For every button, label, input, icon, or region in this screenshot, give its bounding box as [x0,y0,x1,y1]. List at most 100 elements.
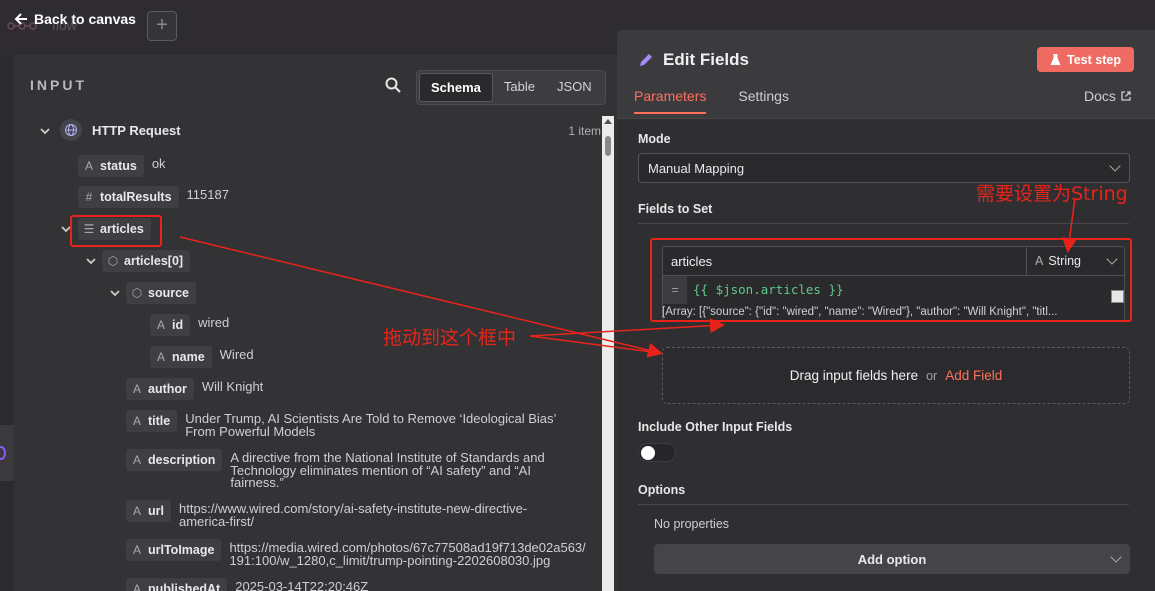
toggle-knob [641,446,655,460]
annotation-type-hint: 需要设置为String [976,183,1128,205]
string-type-icon: A [132,414,141,428]
edit-fields-panel: Edit Fields Test step Parameters Setting… [617,30,1155,591]
field-row-description[interactable]: Adescription A directive from the Nation… [126,449,566,490]
include-other-label: Include Other Input Fields [638,420,793,434]
test-step-button[interactable]: Test step [1037,47,1134,72]
field-value: 115187 [186,187,229,202]
docs-label: Docs [1084,88,1116,104]
scroll-thumb[interactable] [605,136,611,156]
chevron-down-icon[interactable] [38,124,52,138]
arrow-left-icon [14,13,27,25]
field-row-articles[interactable]: ☰ articles [78,218,151,240]
string-type-icon: A [132,382,141,396]
flask-icon [1050,53,1061,65]
list-type-icon: ☰ [83,222,95,236]
panel-title-text: Edit Fields [663,50,749,69]
include-other-toggle[interactable] [638,443,676,462]
field-row-url[interactable]: Aurl https://www.wired.com/story/ai-safe… [126,500,586,528]
chevron-down-icon[interactable] [108,286,122,300]
field-row-status[interactable]: Astatus ok [78,155,166,177]
field-row-title[interactable]: Atitle Under Trump, AI Scientists Are To… [126,410,566,438]
search-icon[interactable] [384,76,402,94]
field-key: title [148,414,171,428]
chevron-down-icon[interactable] [59,222,73,236]
field-value: ok [151,156,166,171]
item-count: 1 item [568,124,601,138]
field-key: url [148,504,164,518]
chevron-down-icon [1106,253,1118,265]
divider [638,504,1129,505]
tab-schema[interactable]: Schema [419,73,493,102]
add-option-label: Add option [857,551,927,567]
mode-label: Mode [638,132,671,146]
field-row-author[interactable]: Aauthor Will Knight [126,378,263,400]
string-type-icon: A [84,159,93,173]
add-field-link[interactable]: Add Field [945,368,1002,383]
string-type-icon: A [156,350,165,364]
field-type-value: String [1048,254,1081,268]
field-value: Under Trump, AI Scientists Are Told to R… [185,411,556,439]
field-key: name [172,350,205,364]
panel-tabs: Parameters Settings [634,88,789,114]
drop-text: Drag input fields here [789,368,919,383]
string-type-icon: A [132,504,141,518]
field-row-urltoimage[interactable]: AurlToImage https://media.wired.com/phot… [126,539,596,567]
node-row-http-request[interactable]: HTTP Request [60,119,181,141]
field-row-totalresults[interactable]: # totalResults 115187 [78,186,229,208]
field-row-id[interactable]: Aid wired [150,314,229,336]
chevron-down-icon [1109,160,1121,172]
tab-table[interactable]: Table [493,73,546,102]
input-panel: INPUT Schema Table JSON 1 item HTTP Requ… [14,55,617,591]
string-type-icon: A [156,318,165,332]
field-value-expression[interactable]: {{ $json.articles }} [693,282,844,297]
pencil-icon [640,54,652,66]
field-key: description [148,453,216,467]
add-node-button[interactable]: + [147,11,177,41]
fields-to-set-label: Fields to Set [638,202,713,216]
test-step-label: Test step [1067,52,1121,67]
expression-icon: = [663,276,687,304]
mode-value: Manual Mapping [648,160,745,176]
back-label: Back to canvas [34,11,136,27]
view-tabs: Schema Table JSON [416,70,606,105]
object-type-icon: ⬡ [131,286,143,300]
field-value: Will Knight [201,379,264,394]
string-type-icon: A [132,582,141,591]
field-row-publishedat[interactable]: ApublishedAt 2025-03-14T22:20:46Z [126,578,368,591]
field-key: urlToImage [148,543,215,557]
field-key: source [148,286,189,300]
scroll-up-icon[interactable] [604,119,612,124]
string-type-icon: A [1035,254,1044,268]
input-title: INPUT [30,77,87,93]
field-row-source[interactable]: ⬡ source [126,282,196,304]
field-row-name[interactable]: Aname Wired [150,346,254,368]
number-type-icon: # [85,190,93,204]
options-label: Options [638,483,686,497]
docs-link[interactable]: Docs [1084,88,1131,104]
string-type-icon: A [132,543,141,557]
input-scrollbar[interactable] [602,116,614,591]
divider [638,223,1129,224]
field-value-preview: [Array: [{"source": {"id": "wired", "nam… [662,306,1058,318]
field-value: wired [198,315,230,330]
back-to-canvas-button[interactable]: Back to canvas [14,11,136,27]
field-key: author [148,382,187,396]
external-link-icon [1121,91,1131,101]
field-key: articles[0] [124,254,184,268]
tab-parameters[interactable]: Parameters [634,88,707,114]
add-option-button[interactable]: Add option [654,544,1130,574]
chevron-down-icon [1110,551,1122,563]
field-type-select[interactable]: A String [1027,247,1126,276]
tab-json[interactable]: JSON [546,73,603,102]
field-value: A directive from the National Institute … [230,450,545,490]
field-name-input[interactable]: articles [663,247,1027,276]
drop-zone[interactable]: Drag input fields here or Add Field [662,347,1130,404]
expand-icon[interactable] [1111,290,1124,303]
globe-icon [60,119,82,141]
chevron-down-icon[interactable] [84,254,98,268]
field-row-articles-0[interactable]: ⬡ articles[0] [102,250,191,272]
field-key: totalResults [100,190,172,204]
tab-settings[interactable]: Settings [738,88,789,114]
no-properties-text: No properties [654,517,730,531]
annotation-drag-hint: 拖动到这个框中 [383,327,517,349]
